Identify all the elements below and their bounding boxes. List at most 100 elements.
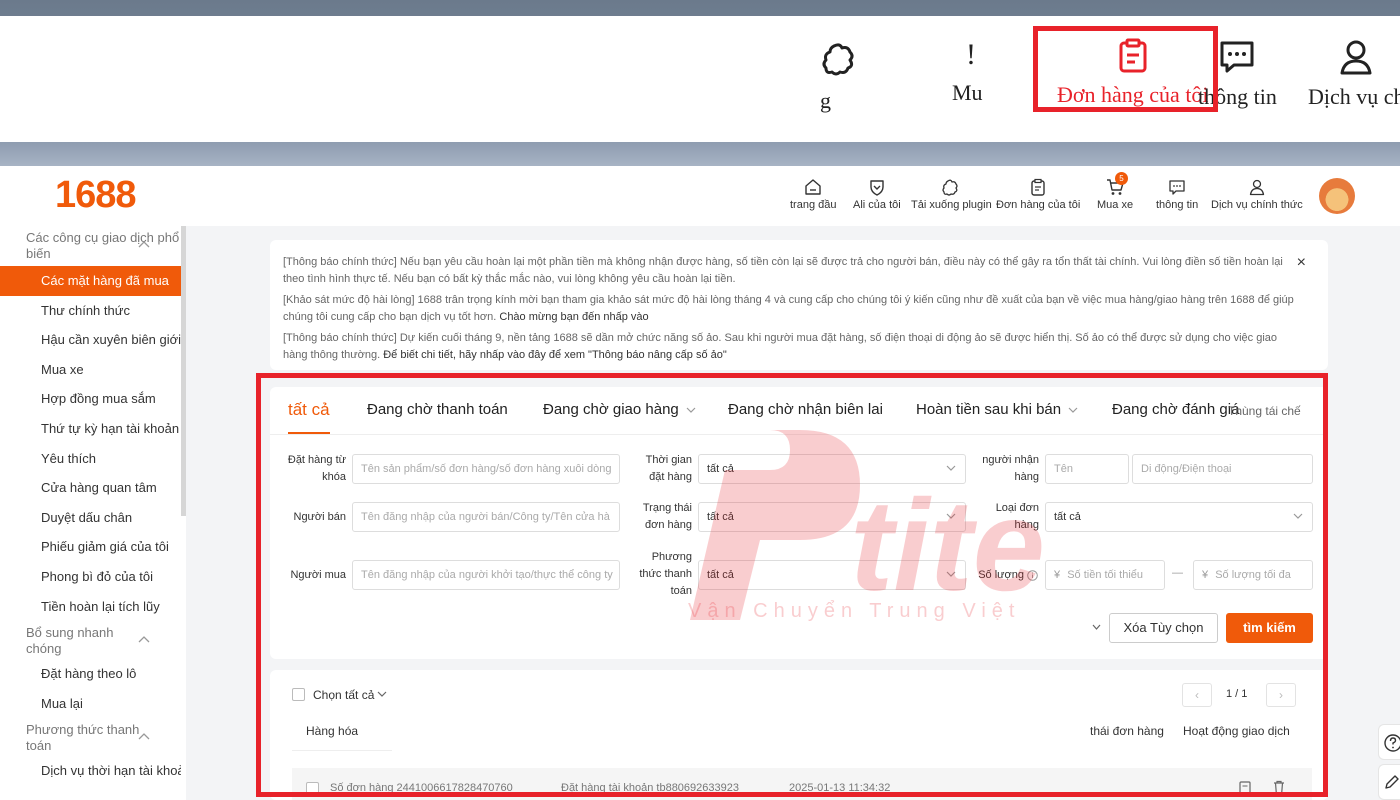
tab-all[interactable]: tất cả: [288, 400, 330, 420]
nav-orders[interactable]: Đơn hàng của tôi: [996, 178, 1080, 211]
chevron-down-icon[interactable]: [377, 691, 387, 698]
survey-link[interactable]: Chào mừng bạn đến nhấp vào: [499, 311, 648, 323]
tab-awaiting-shipment[interactable]: Đang chờ giao hàng: [543, 401, 696, 418]
zoom-nav-service[interactable]: Dịch vụ ch: [1308, 38, 1400, 110]
seller-label: Người bán: [293, 511, 347, 523]
sidebar-item-batch-order[interactable]: Đặt hàng theo lô: [0, 659, 181, 689]
order-account: Đặt hàng tài khoản tb880692633923: [561, 782, 739, 794]
sidebar-group-title: Các công cụ giao dịch phổ biến: [26, 230, 180, 261]
sidebar-group-title: Bổ sung nhanh chóng: [26, 625, 114, 657]
user-icon: [1340, 40, 1372, 75]
page-indicator: 1 / 1: [1226, 688, 1248, 700]
order-status-select[interactable]: tất cả: [698, 502, 966, 532]
chevron-up-icon: [138, 241, 150, 248]
nav-service[interactable]: Dịch vụ chính thức: [1211, 178, 1303, 211]
sidebar-item-red-envelopes[interactable]: Phong bì đỏ của tôi: [0, 562, 181, 592]
tab-awaiting-payment[interactable]: Đang chờ thanh toán: [367, 401, 508, 418]
note-icon[interactable]: [1238, 780, 1252, 794]
tab-awaiting-review[interactable]: Đang chờ đánh giá: [1112, 401, 1239, 418]
sidebar-item-followed-shops[interactable]: Cửa hàng quan tâm: [0, 473, 181, 503]
sidebar-item-purchased[interactable]: Các mặt hàng đã mua: [0, 266, 181, 296]
nav-ali[interactable]: Ali của tôi: [853, 178, 901, 211]
zoom-nav-plugin[interactable]: g: [820, 40, 860, 113]
trash-icon[interactable]: [1272, 780, 1286, 794]
next-page-button[interactable]: ›: [1266, 683, 1296, 707]
clear-options-button[interactable]: Xóa Tùy chọn: [1109, 613, 1218, 643]
close-icon[interactable]: ×: [1297, 254, 1306, 271]
receiver-name-input[interactable]: Tên: [1045, 454, 1129, 484]
buyer-input[interactable]: Tên đăng nhập của người khởi tạo/thực th…: [352, 560, 620, 590]
seller-input[interactable]: Tên đăng nhập của người bán/Công ty/Tên …: [352, 502, 620, 532]
sidebar-item-footprints[interactable]: Duyệt dấu chân: [0, 503, 181, 533]
zoom-nav-label: Dịch vụ ch: [1308, 84, 1400, 109]
pencil-icon: [1385, 775, 1399, 789]
notice-virtual-number: [Thông báo chính thức] Dự kiến cuối thán…: [283, 332, 1278, 361]
select-all-checkbox[interactable]: [292, 688, 305, 701]
order-checkbox[interactable]: [306, 782, 319, 795]
chevron-down-icon: [1293, 513, 1303, 519]
nav-label: Đơn hàng của tôi: [996, 199, 1081, 211]
help-float-button[interactable]: [1378, 724, 1400, 760]
payment-method-select[interactable]: tất cả: [698, 560, 966, 590]
nav-label: thông tin: [1156, 199, 1199, 211]
sidebar-scrollbar[interactable]: [181, 226, 186, 516]
chevron-down-icon[interactable]: [1092, 624, 1101, 631]
quantity-min-input[interactable]: ¥ Số tiền tối thiểu: [1045, 560, 1165, 590]
puzzle-icon: [822, 43, 854, 76]
nav-plugin[interactable]: Tải xuống plugin: [911, 178, 992, 211]
tab-after-sale-refund[interactable]: Hoàn tiền sau khi bán: [916, 401, 1078, 418]
range-separator: —: [1172, 567, 1183, 579]
page-header: 1688 trang đầu Ali của tôi Tải xuống plu…: [0, 166, 1400, 226]
quantity-max-input[interactable]: ¥ Số lượng tối đa: [1193, 560, 1313, 590]
announcement-panel: [Thông báo chính thức] Nếu bạn yêu cầu h…: [270, 240, 1328, 370]
order-list: Chọn tất cả ‹ 1 / 1 › Hàng hóa thái đơn …: [270, 670, 1328, 800]
nav-label: Mua xe: [1097, 199, 1134, 211]
order-time-label: Thời gian đặt hàng: [645, 454, 692, 483]
sidebar-item-coupons[interactable]: Phiếu giảm giá của tôi: [0, 532, 181, 562]
virtual-number-link[interactable]: Để biết chi tiết, hãy nhấp vào đây để xe…: [383, 349, 727, 361]
nav-messages[interactable]: thông tin: [1156, 178, 1198, 211]
notice-survey: [Khảo sát mức độ hài lòng] 1688 trân trọ…: [283, 294, 1294, 323]
nav-label: Dịch vụ chính thức: [1211, 199, 1303, 211]
sidebar-item-contracts[interactable]: Hợp đồng mua sắm: [0, 384, 181, 414]
zoom-band-bottom: [0, 142, 1400, 166]
nav-home[interactable]: trang đầu: [790, 178, 836, 211]
nav-label: trang đầu: [790, 199, 837, 211]
search-button[interactable]: tìm kiếm: [1226, 613, 1313, 643]
sidebar: Các công cụ giao dịch phổ biến Các mặt h…: [0, 226, 186, 800]
site-logo[interactable]: 1688: [55, 174, 137, 217]
select-all-label[interactable]: Chọn tất cả: [313, 688, 374, 702]
chevron-down-icon: [1068, 407, 1078, 413]
feedback-float-button[interactable]: [1378, 764, 1400, 800]
keyword-input[interactable]: Tên sản phẩm/số đơn hàng/số đơn hàng xuô…: [352, 454, 620, 484]
nav-cart[interactable]: 5 Mua xe: [1097, 172, 1134, 211]
user-avatar[interactable]: [1319, 178, 1355, 214]
sidebar-group-common[interactable]: Các công cụ giao dịch phổ biến: [0, 226, 180, 266]
prev-page-button[interactable]: ‹: [1182, 683, 1212, 707]
home-icon: [805, 179, 821, 195]
order-time-select[interactable]: tất cả: [698, 454, 966, 484]
order-status-tabs: tất cả Đang chờ thanh toán Đang chờ giao…: [270, 387, 1328, 435]
receiver-phone-input[interactable]: Di động/Điện thoại: [1132, 454, 1313, 484]
sidebar-group-replenish[interactable]: Bổ sung nhanh chóng: [0, 621, 150, 659]
sidebar-item-official-mail[interactable]: Thư chính thức: [0, 296, 181, 326]
column-header-actions: Hoạt động giao dịch: [1183, 724, 1290, 738]
highlight-box: [1033, 26, 1218, 112]
sidebar-item-cashback[interactable]: Tiền hoàn lại tích lũy: [0, 592, 181, 622]
sidebar-item-logistics[interactable]: Hậu cần xuyên biên giới: [0, 325, 181, 355]
sidebar-item-cart[interactable]: Mua xe: [0, 355, 181, 385]
user-icon: [1249, 179, 1265, 196]
order-type-select[interactable]: tất cả: [1045, 502, 1313, 532]
sidebar-item-favorites[interactable]: Yêu thích: [0, 444, 181, 474]
buyer-label: Người mua: [290, 569, 346, 581]
sidebar-item-reorder[interactable]: Mua lại: [0, 689, 181, 719]
sidebar-item-term-orders[interactable]: Thứ tự kỳ hạn tài khoản: [0, 414, 181, 444]
order-number: Số đơn hàng 2441006617828470760: [330, 782, 513, 794]
recycle-bin-link[interactable]: Thùng tái chế: [1228, 404, 1301, 418]
sidebar-item-term-service[interactable]: Dịch vụ thời hạn tài khoả: [0, 756, 181, 786]
chat-icon: [1220, 41, 1254, 73]
sidebar-group-payment[interactable]: Phương thức thanh toán: [0, 718, 150, 756]
info-icon[interactable]: [1027, 570, 1038, 581]
order-time: 2025-01-13 11:34:32: [789, 782, 891, 794]
tab-awaiting-receipt[interactable]: Đang chờ nhận biên lai: [728, 401, 883, 418]
